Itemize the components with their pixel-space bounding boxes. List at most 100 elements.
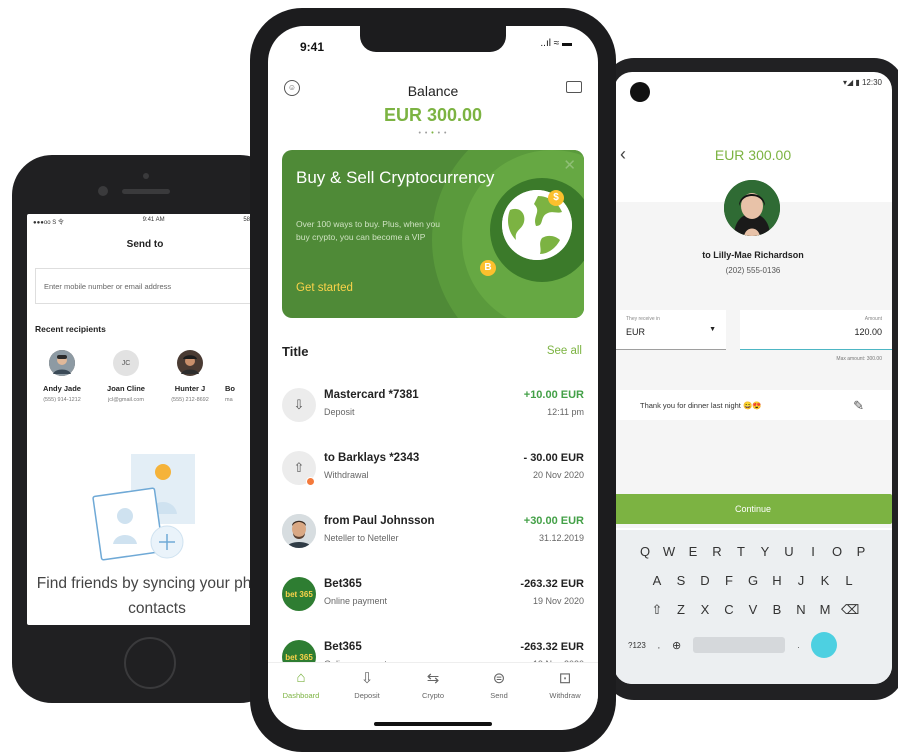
transaction-date: 12:11 pm: [547, 407, 584, 417]
key-e[interactable]: E: [685, 544, 701, 559]
transaction-date: 19 Nov 2020: [532, 596, 584, 606]
crypto-icon: ⇆: [426, 670, 440, 687]
key-t[interactable]: T: [733, 544, 749, 559]
enter-key[interactable]: [811, 632, 838, 658]
key-c[interactable]: C: [721, 602, 737, 618]
avatar: JC: [113, 350, 139, 376]
front-camera: [98, 186, 108, 196]
home-icon: ⌂: [296, 669, 306, 686]
tab-deposit[interactable]: ⇩ Deposit: [334, 663, 400, 712]
key-m[interactable]: M: [817, 602, 833, 618]
key-f[interactable]: F: [721, 573, 737, 588]
carousel-dots: • • • • •: [418, 130, 448, 137]
balance-amount: EUR 300.00: [714, 147, 792, 163]
recipient-contact: jcl@gmail.com: [108, 397, 144, 403]
transaction-date: 20 Nov 2020: [532, 470, 584, 480]
key-s[interactable]: S: [673, 573, 689, 588]
key-x[interactable]: X: [697, 602, 713, 618]
space-key[interactable]: [693, 637, 786, 653]
transaction-row[interactable]: bet 365 Bet365 Online payment -263.32 EU…: [282, 573, 584, 619]
note-field[interactable]: Thank you for dinner last night 😄😍 ✎: [614, 390, 892, 420]
left-phone: ●●●oo S 令 9:41 AM 58 % Send to Enter mob…: [12, 155, 280, 703]
recipient-search-input[interactable]: Enter mobile number or email address: [35, 268, 263, 304]
recipient-name: Hunter J: [174, 384, 206, 393]
key-h[interactable]: H: [769, 573, 785, 588]
recipient-name: Joan Cline: [107, 384, 145, 393]
key-b[interactable]: B: [769, 602, 785, 618]
keyboard-row: ASDFGHJKL: [614, 573, 892, 588]
page-title: Send to: [126, 239, 164, 250]
key-g[interactable]: G: [745, 573, 761, 588]
key-k[interactable]: K: [817, 573, 833, 588]
transaction-amount: -263.32 EUR: [520, 578, 584, 590]
status-bar: ●●●oo S 令 9:41 AM 58 %: [33, 217, 257, 226]
amount-input[interactable]: Amount 120.00: [740, 310, 892, 350]
home-indicator[interactable]: [374, 722, 492, 726]
front-camera: [630, 82, 650, 102]
speaker: [122, 189, 170, 194]
key-d[interactable]: D: [697, 573, 713, 588]
pencil-icon[interactable]: ✎: [853, 398, 864, 414]
key-u[interactable]: U: [781, 544, 797, 559]
recipient-phone: (202) 555-0136: [725, 266, 781, 275]
deposit-icon: ⇩: [360, 670, 374, 687]
tab-send[interactable]: ⊜ Send: [466, 663, 532, 712]
key-z[interactable]: Z: [673, 602, 689, 618]
close-icon[interactable]: ✕: [563, 156, 576, 174]
globe-icon[interactable]: ⊕: [672, 639, 681, 652]
tab-dashboard[interactable]: ⌂ Dashboard: [268, 663, 334, 712]
amount-label: Amount: [864, 316, 882, 322]
comma-key[interactable]: ,: [658, 641, 660, 650]
crypto-promo-card[interactable]: $ B ✕ Buy & Sell Cryptocurrency Over 100…: [282, 150, 584, 318]
transaction-name: to Barklays *2343: [324, 452, 420, 464]
tab-withdraw[interactable]: ⊡ Withdraw: [532, 663, 598, 712]
see-all-link[interactable]: See all: [547, 345, 582, 357]
continue-button[interactable]: Continue: [614, 494, 892, 524]
key-p[interactable]: P: [853, 544, 869, 559]
deposit-icon: ⇩: [282, 388, 316, 422]
transaction-type: Withdrawal: [324, 470, 369, 480]
bet365-logo: bet 365: [282, 577, 316, 611]
key-q[interactable]: Q: [637, 544, 653, 559]
keyboard-row: ⇧ Z X C V B N M ⌫: [614, 602, 892, 618]
status-bar: ▾◢ ▮ 12:30: [842, 78, 882, 87]
promo-title: Buy & Sell Cryptocurrency: [296, 168, 495, 187]
key-w[interactable]: W: [661, 544, 677, 559]
period-key[interactable]: .: [797, 641, 799, 650]
key-l[interactable]: L: [841, 573, 857, 588]
symbols-key[interactable]: ?123: [628, 641, 646, 650]
recipient-avatar: [724, 180, 780, 236]
currency-label: They receive in: [626, 316, 660, 322]
transaction-amount: +30.00 EUR: [523, 515, 584, 527]
key-a[interactable]: A: [649, 573, 665, 588]
send-amount-screen: ▾◢ ▮ 12:30 ‹ EUR 300.00 to Lilly-Mae Ric…: [614, 72, 892, 684]
home-button[interactable]: [124, 637, 176, 689]
transaction-row[interactable]: ⇩ Mastercard *7381 Deposit +10.00 EUR 12…: [282, 384, 584, 430]
recipient-item[interactable]: JC Joan Cline jcl@gmail.com: [97, 350, 155, 403]
send-to-screen: ●●●oo S 令 9:41 AM 58 % Send to Enter mob…: [27, 214, 263, 625]
recipient-item[interactable]: Hunter J (555) 212-8692: [161, 350, 219, 403]
recipient-name: to Lilly-Mae Richardson: [702, 250, 804, 260]
recent-recipients-list: Andy Jade (555) 914-1212 JC Joan Cline j…: [27, 350, 263, 403]
key-r[interactable]: R: [709, 544, 725, 559]
key-o[interactable]: O: [829, 544, 845, 559]
send-icon: ⊜: [492, 670, 506, 687]
key-v[interactable]: V: [745, 602, 761, 618]
backspace-key-icon[interactable]: ⌫: [841, 602, 859, 618]
key-j[interactable]: J: [793, 573, 809, 588]
key-n[interactable]: N: [793, 602, 809, 618]
key-y[interactable]: Y: [757, 544, 773, 559]
contacts-illustration: [91, 454, 211, 564]
get-started-link[interactable]: Get started: [296, 282, 353, 294]
tab-crypto[interactable]: ⇆ Crypto: [400, 663, 466, 712]
empty-state-message: Find friends by syncing your phone conta…: [36, 575, 263, 617]
shift-key-icon[interactable]: ⇧: [649, 602, 665, 618]
page-title: Balance: [407, 83, 459, 99]
avatar: [282, 514, 316, 548]
recipient-item[interactable]: Andy Jade (555) 914-1212: [33, 350, 91, 403]
transaction-row[interactable]: ⇧ to Barklays *2343 Withdrawal - 30.00 E…: [282, 447, 584, 493]
transaction-row[interactable]: from Paul Johnsson Neteller to Neteller …: [282, 510, 584, 556]
currency-select[interactable]: They receive in EUR ▼: [614, 310, 726, 350]
transaction-name: Mastercard *7381: [324, 389, 419, 401]
key-i[interactable]: I: [805, 544, 821, 559]
